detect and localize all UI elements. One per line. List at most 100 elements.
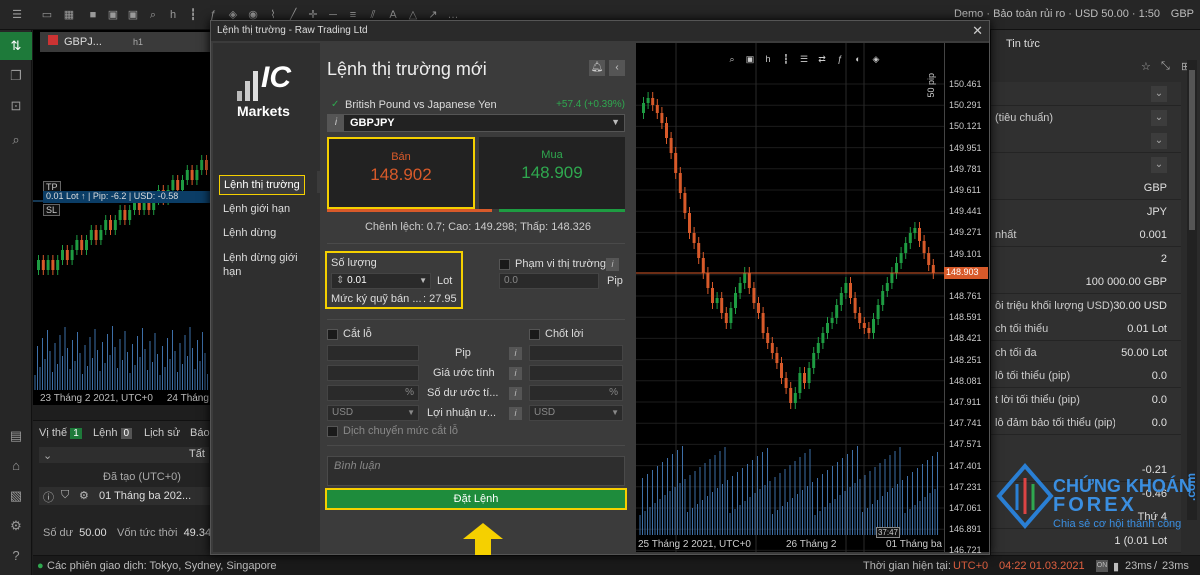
menu-limit-order[interactable]: Lệnh giới hạn: [223, 203, 290, 215]
order-chart[interactable]: ⌕ ▣ h ┇ ☰ ⇄ ƒ ◐ ◈ 50 pip 150.461 150.291 1…: [636, 43, 989, 555]
sl-currency-select[interactable]: USD ▼: [327, 405, 419, 421]
take-profit-checkbox[interactable]: [529, 329, 540, 340]
filter-all[interactable]: Tất: [189, 448, 205, 460]
position-line-label[interactable]: 0.01 Lot ↑ | Pip: -6.2 | USD: -0.58: [43, 191, 213, 203]
resize-icon[interactable]: ⤡: [1161, 60, 1170, 73]
sl-balance-input[interactable]: %: [327, 385, 419, 401]
list-icon[interactable]: ☰: [798, 53, 810, 65]
background-chart[interactable]: [33, 30, 213, 405]
col-created[interactable]: Đã tạo (UTC+0): [103, 471, 181, 483]
robot-icon[interactable]: ⊡: [0, 92, 32, 120]
period-icon[interactable]: h: [166, 8, 180, 22]
square-icon[interactable]: ■: [86, 8, 100, 22]
sl-price-input[interactable]: [327, 365, 419, 381]
tp-price-input[interactable]: [529, 365, 623, 381]
latency-2: 23ms: [1162, 560, 1189, 572]
briefcase-icon[interactable]: ▤: [0, 422, 32, 450]
tp-pct: %: [609, 387, 618, 398]
tab-orders[interactable]: Lệnh 0: [93, 427, 133, 439]
est-price-label: Giá ước tính: [433, 367, 495, 379]
symbol-info-icon[interactable]: i: [328, 115, 344, 131]
star-icon[interactable]: ☆: [1141, 60, 1151, 73]
chart-type-icon[interactable]: ▦: [62, 8, 76, 22]
account-status[interactable]: Demo · Bảo toàn rủi ro · USD 50.00 · 1:5…: [954, 8, 1160, 20]
logo-ic: IC: [261, 61, 291, 94]
place-order-button[interactable]: Đặt Lệnh: [325, 488, 627, 510]
wallet-icon[interactable]: ▧: [0, 482, 32, 510]
gear-icon[interactable]: ⚙: [79, 489, 89, 502]
close-icon[interactable]: ✕: [972, 23, 983, 39]
window-icon-2[interactable]: ▣: [126, 8, 140, 22]
chevron-down-icon[interactable]: ⌄: [43, 449, 52, 462]
chevron-down-icon[interactable]: ⌄: [1151, 86, 1167, 102]
table-row[interactable]: ⓘ ⛉ ⚙ 01 Tháng ba 202...: [39, 487, 213, 505]
scrollbar[interactable]: [1187, 60, 1197, 520]
row-created: 01 Tháng ba 202...: [99, 490, 192, 502]
trade-icon[interactable]: ⇅: [0, 32, 32, 60]
zoom-icon[interactable]: ⌕: [726, 53, 738, 65]
objects-icon[interactable]: ◐: [852, 53, 864, 65]
est-profit-info-icon[interactable]: i: [509, 407, 522, 420]
tab-history[interactable]: Lịch sử: [144, 427, 180, 439]
help-icon[interactable]: ?: [0, 542, 32, 570]
bg-date-1: 23 Tháng 2 2021, UTC+0: [40, 393, 153, 404]
candles-icon[interactable]: ┇: [186, 8, 200, 22]
menu-market-order[interactable]: Lệnh thị trường: [219, 175, 305, 195]
tab-report[interactable]: Báo: [190, 427, 210, 439]
trailing-stop-checkbox[interactable]: [327, 426, 338, 437]
shield-icon[interactable]: ⛉: [61, 489, 69, 502]
chart-tab[interactable]: GBPJ... h1: [40, 32, 210, 52]
stop-loss-checkbox[interactable]: [327, 329, 338, 340]
info-icon[interactable]: ⓘ: [43, 489, 54, 505]
tp-balance-input[interactable]: %: [529, 385, 623, 401]
volume-input[interactable]: ⇕ 0.01 ▼: [331, 273, 431, 289]
candles-icon[interactable]: ┇: [780, 53, 792, 65]
chevron-left-icon[interactable]: ‹: [609, 60, 625, 76]
info-row-value: JPY: [1146, 205, 1167, 218]
indicator-icon[interactable]: ƒ: [834, 53, 846, 65]
chevron-down-icon[interactable]: ⌄: [1151, 133, 1167, 149]
sell-button[interactable]: Bán 148.902: [327, 137, 475, 209]
est-price-info-icon[interactable]: i: [509, 367, 522, 380]
sl-usd: USD: [332, 407, 354, 418]
dialog-title[interactable]: Lệnh thị trường - Raw Trading Ltd: [211, 21, 989, 41]
window-icon[interactable]: ▣: [744, 53, 756, 65]
menu-icon[interactable]: ☰: [10, 8, 24, 22]
settings-icon[interactable]: ⚙: [0, 512, 32, 540]
scrollbar-thumb[interactable]: [1189, 70, 1195, 230]
analysis-icon[interactable]: ⌕: [0, 126, 32, 154]
stepper-icon[interactable]: ⇕: [336, 275, 344, 286]
layers-icon[interactable]: ◈: [870, 53, 882, 65]
comment-input[interactable]: Bình luận: [327, 456, 625, 486]
sl-pip-input[interactable]: [327, 345, 419, 361]
symbol-select[interactable]: i GBPJPY ▼: [327, 114, 625, 132]
menu-stop-order[interactable]: Lệnh dừng: [223, 227, 276, 239]
info-row-label: (tiêu chuẩn): [995, 111, 1054, 124]
window-icon[interactable]: ▣: [106, 8, 120, 22]
timezone[interactable]: UTC+0: [953, 560, 988, 572]
range-info-icon[interactable]: i: [606, 258, 619, 271]
zoom-icon[interactable]: ⌕: [146, 8, 160, 22]
price-axis[interactable]: 150.461 150.291 150.121 149.951 149.781 149.6…: [944, 43, 989, 555]
tab-positions[interactable]: Vị thế 1: [39, 427, 82, 439]
tp-pip-input[interactable]: [529, 345, 623, 361]
copy-icon[interactable]: ❐: [0, 62, 32, 90]
chevron-down-icon[interactable]: ⌄: [1151, 156, 1167, 173]
new-order-icon[interactable]: ▭: [40, 8, 54, 22]
period-icon[interactable]: h: [762, 53, 774, 65]
sl-tag[interactable]: SL: [43, 204, 61, 216]
info-row: ⌄: [991, 129, 1181, 153]
market-range-input[interactable]: 0.0: [499, 273, 599, 289]
caret-down-icon[interactable]: ▼: [419, 276, 427, 285]
pip-info-icon[interactable]: i: [509, 347, 522, 360]
tp-currency-select[interactable]: USD ▼: [529, 405, 623, 421]
bell-icon[interactable]: 🔔︎: [589, 60, 605, 76]
buy-button[interactable]: Mua 148.909: [479, 137, 625, 209]
est-balance-info-icon[interactable]: i: [509, 387, 522, 400]
market-range-checkbox[interactable]: [499, 259, 510, 270]
menu-stop-limit-order[interactable]: Lệnh dừng giới hạn: [223, 251, 313, 279]
trading-icon[interactable]: ⇄: [816, 53, 828, 65]
store-icon[interactable]: ⌂: [0, 452, 32, 480]
chevron-down-icon[interactable]: ⌄: [1151, 109, 1167, 126]
tab-news[interactable]: Tin tức: [1006, 38, 1040, 50]
